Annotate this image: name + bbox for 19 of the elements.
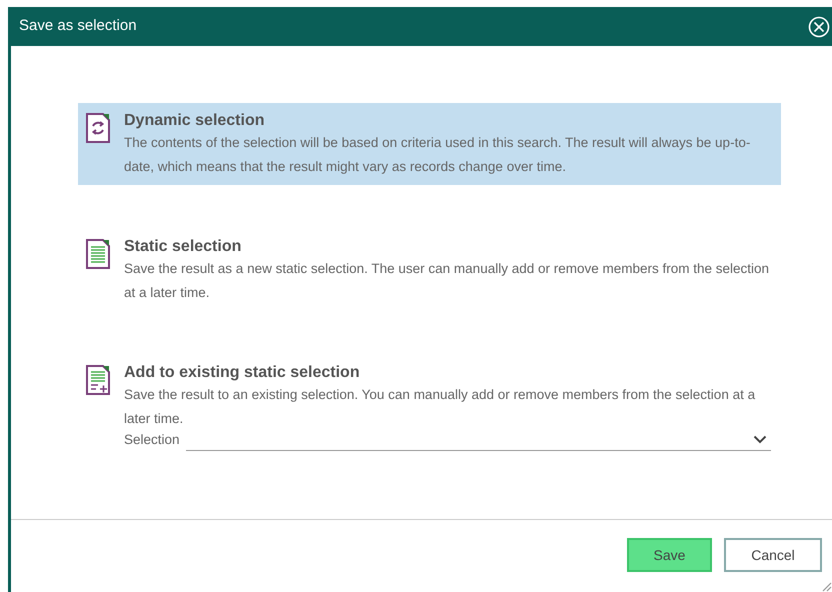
- save-button[interactable]: Save: [627, 538, 712, 572]
- option-description: Save the result as a new static selection. The user can manually add or remove members from the selection at a later time.: [124, 260, 770, 302]
- resize-grip-icon[interactable]: [820, 580, 832, 592]
- cancel-button[interactable]: Cancel: [724, 538, 822, 572]
- field-label: Selection: [124, 431, 180, 449]
- document-icon: [86, 239, 110, 269]
- option-description: The contents of the selection will be based on criteria used in this search. The result will always be up-to-date, which means that the result might vary as records change over time.: [124, 134, 752, 176]
- selection-option[interactable]: Add to existing static selection Save the result to an existing selection. You can manually add or remove members from the selection at a later time. Selection: [78, 355, 781, 457]
- option-description: Save the result to an existing selection. You can manually add or remove members from the selection at a later time.: [124, 386, 756, 428]
- dialog-title: Save as selection: [19, 16, 137, 36]
- selection-option[interactable]: Static selection Save the result as a new static selection. The user can manually add or remove members from the selection at a later time.: [78, 229, 781, 311]
- selection-option[interactable]: Dynamic selection The contents of the selection will be based on criteria used in this search. The result will always be up-to-date, which means that the result might vary as records change over time.: [78, 103, 781, 185]
- option-title: Static selection: [124, 237, 242, 257]
- document-plus-icon: [86, 365, 110, 395]
- option-title: Dynamic selection: [124, 111, 266, 131]
- close-icon[interactable]: [808, 16, 830, 38]
- chevron-down-icon: [753, 435, 767, 444]
- refresh-document-icon: [86, 113, 110, 143]
- option-title: Add to existing static selection: [124, 363, 361, 383]
